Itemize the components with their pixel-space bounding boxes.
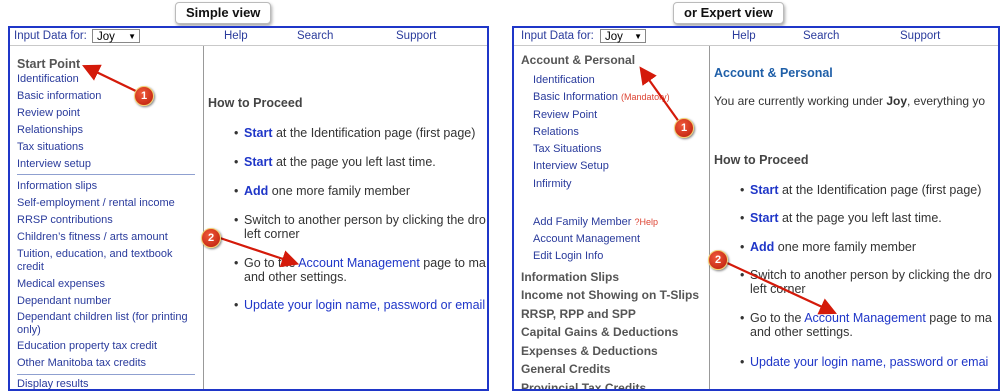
step-2-marker: 2 <box>201 228 221 248</box>
annotation-arrow <box>219 236 300 268</box>
step-2-marker: 2 <box>708 250 728 270</box>
step-1-marker: 1 <box>674 118 694 138</box>
annotation-arrow <box>639 66 683 127</box>
annotation-arrows <box>82 64 837 315</box>
annotation-arrow <box>724 261 837 315</box>
annotation-arrow <box>82 64 143 95</box>
step-1-marker: 1 <box>134 86 154 106</box>
